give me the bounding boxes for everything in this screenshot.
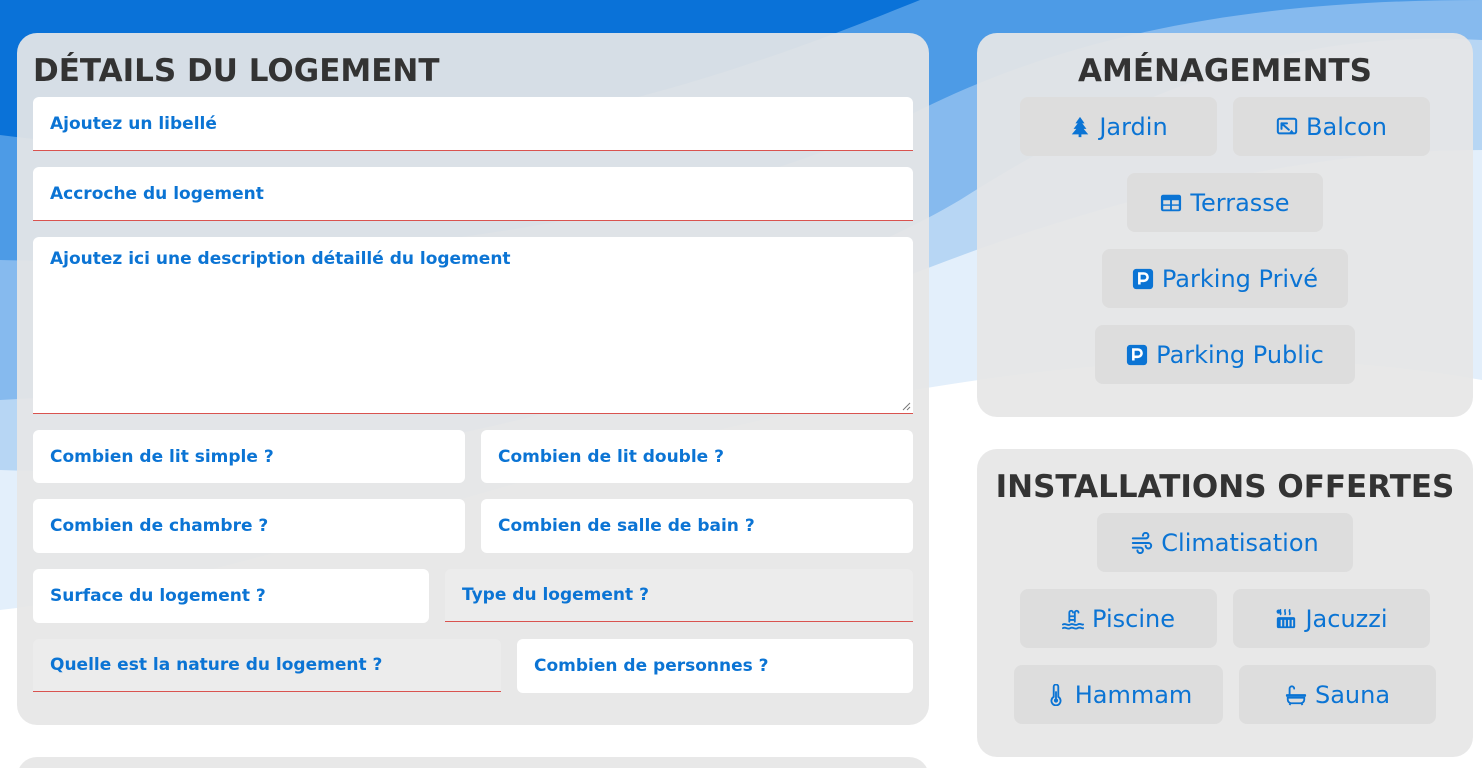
type-select[interactable]: Type du logement ? — [445, 569, 913, 622]
wind-icon — [1131, 531, 1153, 554]
panel-title-installations: INSTALLATIONS OFFERTES — [995, 469, 1455, 505]
amenities-panel: AMÉNAGEMENTS Jardin Balcon Terrasse Park… — [977, 33, 1473, 417]
surface-placeholder: Surface du logement ? — [50, 586, 266, 606]
amenity-terrace-button[interactable]: Terrasse — [1127, 173, 1323, 232]
installations-panel: INSTALLATIONS OFFERTES Climatisation Pis… — [977, 449, 1473, 757]
thermometer-icon — [1045, 683, 1067, 706]
installation-jacuzzi-button[interactable]: Jacuzzi — [1233, 589, 1430, 648]
installation-jacuzzi-label: Jacuzzi — [1305, 604, 1388, 633]
amenity-private-parking-button[interactable]: Parking Privé — [1102, 249, 1348, 308]
installation-air-conditioning-label: Climatisation — [1161, 528, 1319, 557]
single-beds-input[interactable]: Combien de lit simple ? — [33, 430, 465, 483]
resize-grip-icon[interactable] — [901, 401, 911, 411]
type-placeholder: Type du logement ? — [462, 585, 649, 605]
label-input[interactable]: Ajoutez un libellé — [33, 97, 913, 151]
next-section-panel — [17, 757, 929, 768]
amenity-garden-label: Jardin — [1099, 112, 1168, 141]
single-beds-placeholder: Combien de lit simple ? — [50, 446, 274, 467]
bathrooms-placeholder: Combien de salle de bain ? — [498, 516, 755, 536]
installation-pool-label: Piscine — [1092, 604, 1175, 633]
amenity-public-parking-label: Parking Public — [1156, 340, 1324, 369]
double-beds-input[interactable]: Combien de lit double ? — [481, 430, 913, 483]
bedrooms-placeholder: Combien de chambre ? — [50, 516, 269, 536]
amenity-balcony-label: Balcon — [1306, 112, 1387, 141]
installation-air-conditioning-button[interactable]: Climatisation — [1097, 513, 1353, 572]
surface-input[interactable]: Surface du logement ? — [33, 569, 429, 623]
hook-input[interactable]: Accroche du logement — [33, 167, 913, 221]
amenity-balcony-button[interactable]: Balcon — [1233, 97, 1430, 156]
nature-placeholder: Quelle est la nature du logement ? — [50, 655, 383, 675]
amenity-private-parking-label: Parking Privé — [1161, 264, 1319, 293]
description-placeholder: Ajoutez ici une description détaillé du … — [50, 249, 511, 269]
bedrooms-input[interactable]: Combien de chambre ? — [33, 499, 465, 553]
table-icon — [1160, 192, 1182, 214]
parking-icon — [1132, 268, 1154, 290]
installation-hammam-button[interactable]: Hammam — [1014, 665, 1223, 724]
bath-icon — [1285, 684, 1307, 706]
panel-title-details: DÉTAILS DU LOGEMENT — [33, 53, 440, 89]
amenity-garden-button[interactable]: Jardin — [1020, 97, 1217, 156]
double-beds-placeholder: Combien de lit double ? — [498, 446, 724, 467]
installation-sauna-button[interactable]: Sauna — [1239, 665, 1436, 724]
label-placeholder: Ajoutez un libellé — [50, 113, 217, 134]
persons-placeholder: Combien de personnes ? — [534, 656, 769, 676]
amenity-public-parking-button[interactable]: Parking Public — [1095, 325, 1355, 384]
housing-details-panel: DÉTAILS DU LOGEMENT Ajoutez un libellé A… — [17, 33, 929, 725]
installation-sauna-label: Sauna — [1314, 680, 1391, 709]
hot-tub-icon — [1275, 608, 1297, 630]
installation-pool-button[interactable]: Piscine — [1020, 589, 1217, 648]
pool-icon — [1062, 608, 1085, 630]
hook-placeholder: Accroche du logement — [50, 183, 264, 204]
parking-icon — [1126, 344, 1148, 366]
bathrooms-input[interactable]: Combien de salle de bain ? — [481, 499, 913, 553]
description-textarea[interactable]: Ajoutez ici une description détaillé du … — [33, 237, 913, 414]
persons-input[interactable]: Combien de personnes ? — [517, 639, 913, 693]
panel-title-amenities: AMÉNAGEMENTS — [1077, 53, 1372, 89]
balcony-icon — [1276, 116, 1298, 138]
tree-icon — [1069, 116, 1091, 138]
amenity-terrace-label: Terrasse — [1190, 188, 1290, 217]
nature-select[interactable]: Quelle est la nature du logement ? — [33, 639, 501, 692]
installation-hammam-label: Hammam — [1074, 680, 1193, 709]
